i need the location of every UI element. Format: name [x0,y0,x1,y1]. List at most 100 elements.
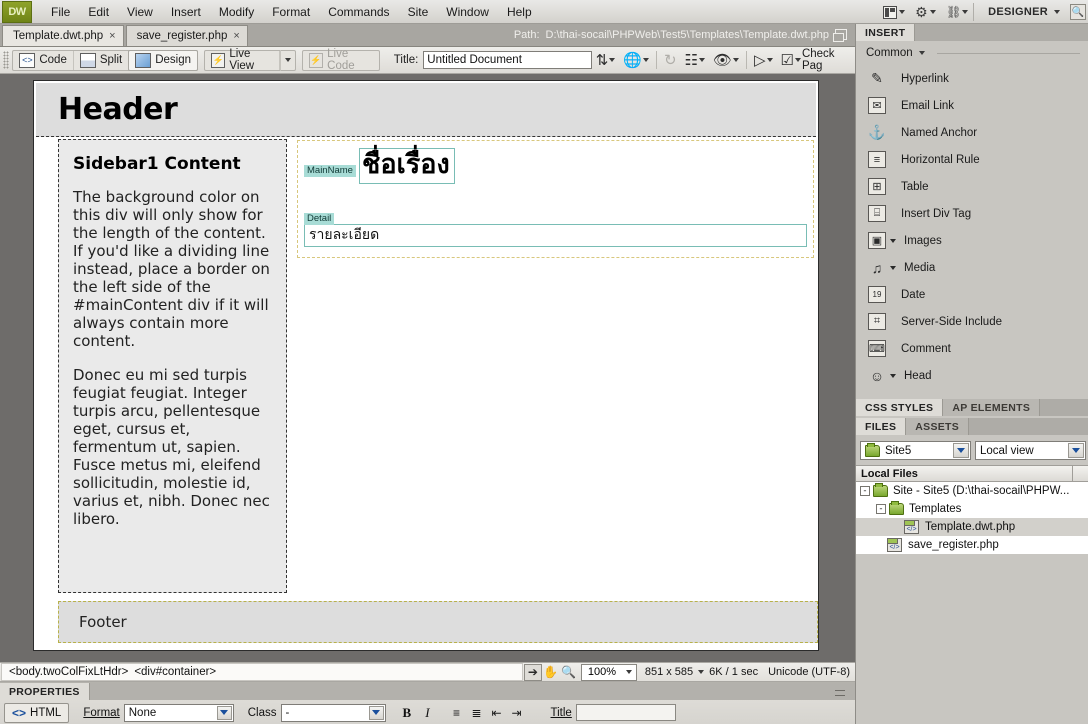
search-icon[interactable]: 🔍 [1070,4,1086,20]
tab-assets[interactable]: ASSETS [906,418,970,435]
site-management-button[interactable] [941,4,973,21]
doc-tab-save-register[interactable]: save_register.php × [125,25,248,46]
layout-switcher-button[interactable] [878,4,910,21]
chevron-down-icon[interactable] [1068,443,1084,458]
tree-row-site-root[interactable]: - Site - Site5 (D:\thai-socail\PHPW... [856,482,1088,500]
sidebar1-div[interactable]: Sidebar1 Content The background color on… [58,139,287,593]
chevron-down-icon[interactable] [890,265,896,270]
toolbar-drag-handle[interactable] [3,51,10,69]
menu-help[interactable]: Help [498,2,541,22]
insert-item-named-anchor[interactable]: ⚓ Named Anchor [856,119,1088,146]
menu-modify[interactable]: Modify [210,2,263,22]
menu-format[interactable]: Format [263,2,319,22]
live-view-options-button[interactable] [279,49,295,71]
indent-icon[interactable]: ⇥ [509,706,525,720]
tree-row-template-dwt-php[interactable]: </> Template.dwt.php [856,518,1088,536]
menu-edit[interactable]: Edit [79,2,118,22]
footer-div[interactable]: Footer [58,601,818,643]
tree-row-templates[interactable]: - Templates [856,500,1088,518]
visual-aids-button[interactable]: 👁 [709,49,743,71]
local-files-column-label[interactable]: Local Files [856,468,1072,480]
insert-item-comment[interactable]: ⌨ Comment [856,335,1088,362]
editable-region-box[interactable]: รายละเอียด [304,224,807,247]
collapse-icon[interactable]: - [876,504,886,514]
chevron-down-icon[interactable] [368,705,384,720]
outdent-icon[interactable]: ⇤ [489,706,505,720]
menu-insert[interactable]: Insert [162,2,210,22]
workspace-switcher[interactable]: DESIGNER [973,3,1070,21]
properties-panel-menu[interactable] [89,683,855,700]
chevron-down-icon[interactable] [216,705,232,720]
insert-item-hyperlink[interactable]: ✎ Hyperlink [856,65,1088,92]
insert-item-server-side-include[interactable]: ⌗ Server-Side Include [856,308,1088,335]
class-select[interactable]: - [280,703,386,722]
insert-category-selector[interactable]: Common [856,47,1088,65]
extend-dreamweaver-button[interactable] [910,4,941,21]
ordered-list-icon[interactable]: ≣ [469,706,485,720]
editable-region-detail[interactable]: Detail รายละเอียด [304,212,807,247]
tag-selector-container[interactable]: <div#container> [131,666,219,678]
doc-tab-template[interactable]: Template.dwt.php × [2,25,124,46]
design-canvas[interactable]: Header Sidebar1 Content The background c… [0,74,855,662]
live-code-button[interactable]: ⚡ Live Code [303,48,379,72]
restore-window-icon[interactable] [833,29,847,42]
tab-insert[interactable]: INSERT [856,24,916,41]
code-view-button[interactable]: <> Code [13,50,74,70]
validate-markup-button[interactable]: ▷ [750,49,777,71]
view-options-button[interactable]: ☷ [681,49,709,71]
page-document[interactable]: Header Sidebar1 Content The background c… [33,80,819,651]
tab-ap-elements[interactable]: AP ELEMENTS [943,399,1041,416]
close-icon[interactable]: × [233,30,239,42]
window-size-value[interactable]: 851 x 585 [640,666,698,678]
css-panel-menu[interactable] [1040,399,1088,416]
tab-properties[interactable]: PROPERTIES [0,683,90,700]
files-panel-menu[interactable] [969,418,1088,435]
title-input[interactable] [575,704,676,721]
close-icon[interactable]: × [109,30,115,42]
insert-item-table[interactable]: ⊞ Table [856,173,1088,200]
html-mode-button[interactable]: <> HTML [4,702,70,723]
italic-button[interactable]: I [420,705,434,721]
editable-region-mainname[interactable]: MainName ชื่อเรื่อง [304,148,807,184]
tree-row-save-register-php[interactable]: </> save_register.php [856,536,1088,554]
menu-view[interactable]: View [118,2,162,22]
tab-files[interactable]: FILES [856,418,907,435]
site-select[interactable]: Site5 [860,441,971,460]
design-view-button[interactable]: Design [128,49,199,71]
menu-window[interactable]: Window [437,2,498,22]
live-view-button[interactable]: ⚡ Live View [205,48,280,72]
insert-panel-menu[interactable] [915,24,1088,41]
chevron-down-icon[interactable] [890,238,896,243]
chevron-down-icon[interactable] [953,443,969,458]
tag-selector-body[interactable]: <body.twoColFixLtHdr> [6,666,131,678]
chevron-down-icon[interactable] [890,373,896,378]
menu-file[interactable]: File [42,2,79,22]
main-content-div[interactable]: MainName ชื่อเรื่อง Detail รายละเอียด [297,140,814,593]
unordered-list-icon[interactable]: ≡ [449,706,465,720]
menu-site[interactable]: Site [399,2,438,22]
format-select[interactable]: None [123,703,234,722]
bold-button[interactable]: B [398,705,417,721]
insert-item-head[interactable]: ☺ Head [856,362,1088,389]
insert-item-media[interactable]: ♫ Media [856,254,1088,281]
files-tree[interactable]: - Site - Site5 (D:\thai-socail\PHPW... -… [856,482,1088,554]
collapse-icon[interactable]: - [860,486,870,496]
view-mode-select[interactable]: Local view [975,441,1086,460]
size-column[interactable] [1072,465,1088,482]
menu-commands[interactable]: Commands [319,2,398,22]
insert-item-email-link[interactable]: ✉ Email Link [856,92,1088,119]
split-view-button[interactable]: Split [74,50,130,70]
zoom-select[interactable]: 100% [580,663,637,681]
zoom-tool-icon[interactable]: 🔍 [560,664,578,681]
insert-item-images[interactable]: ▣ Images [856,227,1088,254]
tag-selector[interactable]: <body.twoColFixLtHdr> <div#container> [1,663,523,681]
check-page-button[interactable]: ☑ Check Pag [777,48,855,72]
insert-item-horizontal-rule[interactable]: ≡ Horizontal Rule [856,146,1088,173]
tab-css-styles[interactable]: CSS STYLES [856,399,944,416]
editable-region-box[interactable]: ชื่อเรื่อง [359,148,455,184]
header-div[interactable]: Header [36,83,816,137]
file-management-button[interactable]: ⇅ [592,49,620,71]
page-title-input[interactable] [423,51,592,69]
refresh-button[interactable]: ↻ [660,49,681,71]
preview-in-browser-button[interactable]: 🌐 [619,49,653,71]
